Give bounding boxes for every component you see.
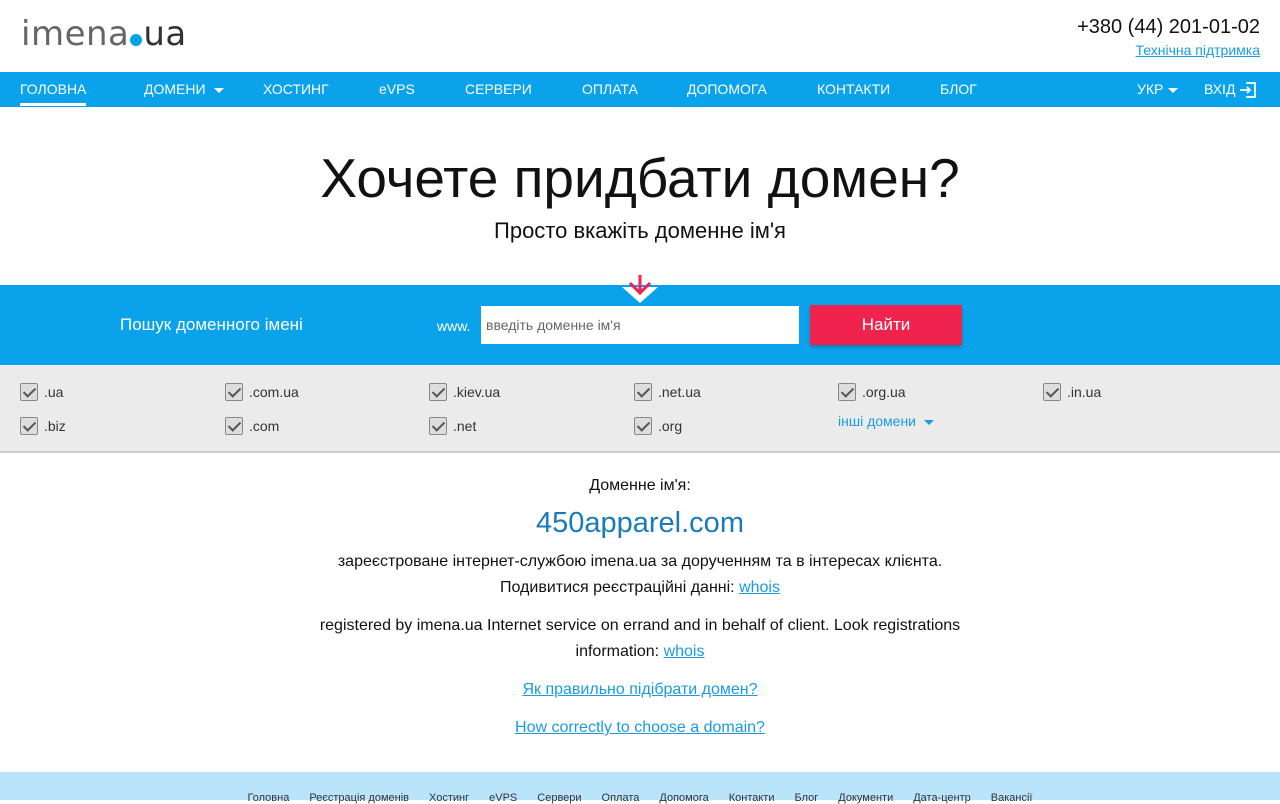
search-button[interactable]: Найти: [810, 305, 962, 345]
phone-number: +380 (44) 201-01-02: [1077, 16, 1260, 38]
whois-prefix-en: information:: [575, 643, 660, 660]
registration-text-ua: зареєстроване інтернет-службою imena.ua …: [337, 553, 943, 570]
other-domains-label: інші домени: [838, 413, 916, 429]
tld-label: .kiev.ua: [453, 384, 501, 400]
chevron-down-icon: [924, 419, 934, 425]
nav-item-servers[interactable]: СЕРВЕРИ: [465, 72, 532, 107]
language-selector[interactable]: УКР: [1137, 72, 1179, 107]
footer-links: Головна Реєстрація доменів Хостинг eVPS Серв…: [0, 792, 1280, 804]
tld-label: .net: [453, 418, 477, 434]
nav-item-domains[interactable]: ДОМЕНИ: [144, 72, 224, 107]
footer-link[interactable]: Блог: [795, 792, 819, 804]
whois-line-en: information: whois: [0, 643, 1280, 661]
checkbox-checked-icon: [634, 417, 652, 435]
nav-item-hosting[interactable]: ХОСТИНГ: [263, 72, 329, 107]
site-logo[interactable]: imena ua: [21, 14, 187, 54]
whois-prefix-ua: Подивитися реєстраційні данні:: [500, 579, 735, 596]
choose-domain-link-en[interactable]: How correctly to choose a domain?: [515, 719, 765, 736]
tld-checkbox-biz[interactable]: .biz: [20, 416, 66, 436]
choose-domain-line-en: How correctly to choose a domain?: [0, 719, 1280, 737]
tld-label: .org: [658, 418, 683, 434]
tld-checkbox-ua[interactable]: .ua: [20, 382, 63, 402]
whois-link-ua[interactable]: whois: [739, 579, 780, 596]
www-prefix: www.: [437, 318, 471, 334]
checkbox-checked-icon: [429, 383, 447, 401]
logo-tld: ua: [143, 14, 187, 54]
footer-link[interactable]: Сервери: [537, 792, 581, 804]
footer-link[interactable]: Хостинг: [429, 792, 469, 804]
tld-checkbox-kiev-ua[interactable]: .kiev.ua: [429, 382, 500, 402]
tld-label: .biz: [44, 418, 66, 434]
logo-dot-icon: [130, 34, 143, 46]
tld-checkbox-org-ua[interactable]: .org.ua: [838, 382, 906, 402]
tld-checkbox-org[interactable]: .org: [634, 416, 682, 436]
domain-label: Доменне ім'я:: [589, 477, 691, 494]
login-icon: [1240, 82, 1257, 99]
page-subtitle: Просто вкажіть доменне ім'я: [494, 218, 786, 243]
nav-item-evps[interactable]: eVPS: [379, 72, 415, 107]
site-footer: Головна Реєстрація доменів Хостинг eVPS Серв…: [0, 772, 1280, 804]
nav-item-payment[interactable]: ОПЛАТА: [582, 72, 638, 107]
tld-checkbox-net[interactable]: .net: [429, 416, 476, 436]
checkbox-checked-icon: [225, 383, 243, 401]
nav-item-blog[interactable]: БЛОГ: [940, 72, 977, 107]
footer-link[interactable]: Дата-центр: [913, 792, 971, 804]
registration-text-en: registered by imena.ua Internet service …: [319, 617, 961, 634]
support-link[interactable]: Технічна підтримка: [1135, 42, 1260, 58]
footer-link[interactable]: Реєстрація доменів: [309, 792, 409, 804]
nav-item-help[interactable]: ДОПОМОГА: [687, 72, 767, 107]
tld-label: .com: [249, 418, 280, 434]
footer-link[interactable]: Головна: [248, 792, 290, 804]
tld-label: .org.ua: [862, 384, 906, 400]
arrow-down-icon: [622, 275, 658, 303]
checkbox-checked-icon: [20, 417, 38, 435]
search-label: Пошук доменного імені: [120, 315, 303, 334]
whois-link-en[interactable]: whois: [664, 643, 705, 660]
footer-link[interactable]: Документи: [838, 792, 893, 804]
tld-label: .net.ua: [658, 384, 701, 400]
checkbox-checked-icon: [429, 417, 447, 435]
footer-link[interactable]: Допомога: [659, 792, 708, 804]
domain-search-input[interactable]: [481, 306, 799, 344]
checkbox-checked-icon: [225, 417, 243, 435]
language-label: УКР: [1137, 81, 1164, 97]
main-nav: ГОЛОВНА ДОМЕНИ ХОСТИНГ eVPS СЕРВЕРИ ОПЛА…: [0, 72, 1280, 107]
choose-domain-link-ua[interactable]: Як правильно підібрати домен?: [522, 681, 757, 698]
nav-item-home[interactable]: ГОЛОВНА: [20, 72, 87, 106]
tld-options: .ua .com.ua .kiev.ua .net.ua .org.ua .in…: [0, 365, 1280, 453]
page-title: Хочете придбати домен?: [320, 147, 960, 209]
footer-link[interactable]: eVPS: [489, 792, 517, 804]
tld-checkbox-com[interactable]: .com: [225, 416, 279, 436]
tld-label: .ua: [44, 384, 64, 400]
other-domains-toggle[interactable]: інші домени: [838, 413, 934, 429]
tld-checkbox-net-ua[interactable]: .net.ua: [634, 382, 701, 402]
choose-domain-line-ua: Як правильно підібрати домен?: [0, 681, 1280, 699]
checkbox-checked-icon: [634, 383, 652, 401]
whois-line-ua: Подивитися реєстраційні данні: whois: [0, 579, 1280, 597]
logo-text: imena: [21, 14, 130, 54]
footer-link[interactable]: Оплата: [602, 792, 640, 804]
login-button[interactable]: ВХІД: [1204, 72, 1257, 107]
site-header: imena ua +380 (44) 201-01-02 Технічна під…: [0, 0, 1280, 72]
footer-link[interactable]: Вакансії: [991, 792, 1033, 804]
tld-checkbox-com-ua[interactable]: .com.ua: [225, 382, 299, 402]
nav-item-contacts[interactable]: КОНТАКТИ: [817, 72, 890, 107]
checkbox-checked-icon: [838, 383, 856, 401]
domain-name: 450apparel.com: [536, 507, 744, 539]
nav-item-label: ДОМЕНИ: [144, 81, 206, 97]
checkbox-checked-icon: [20, 383, 38, 401]
checkbox-checked-icon: [1043, 383, 1061, 401]
login-label: ВХІД: [1204, 81, 1236, 97]
chevron-down-icon: [1168, 87, 1179, 93]
footer-link[interactable]: Контакти: [729, 792, 775, 804]
tld-label: .com.ua: [249, 384, 299, 400]
tld-checkbox-in-ua[interactable]: .in.ua: [1043, 382, 1101, 402]
chevron-down-icon: [213, 87, 224, 93]
tld-label: .in.ua: [1067, 384, 1102, 400]
